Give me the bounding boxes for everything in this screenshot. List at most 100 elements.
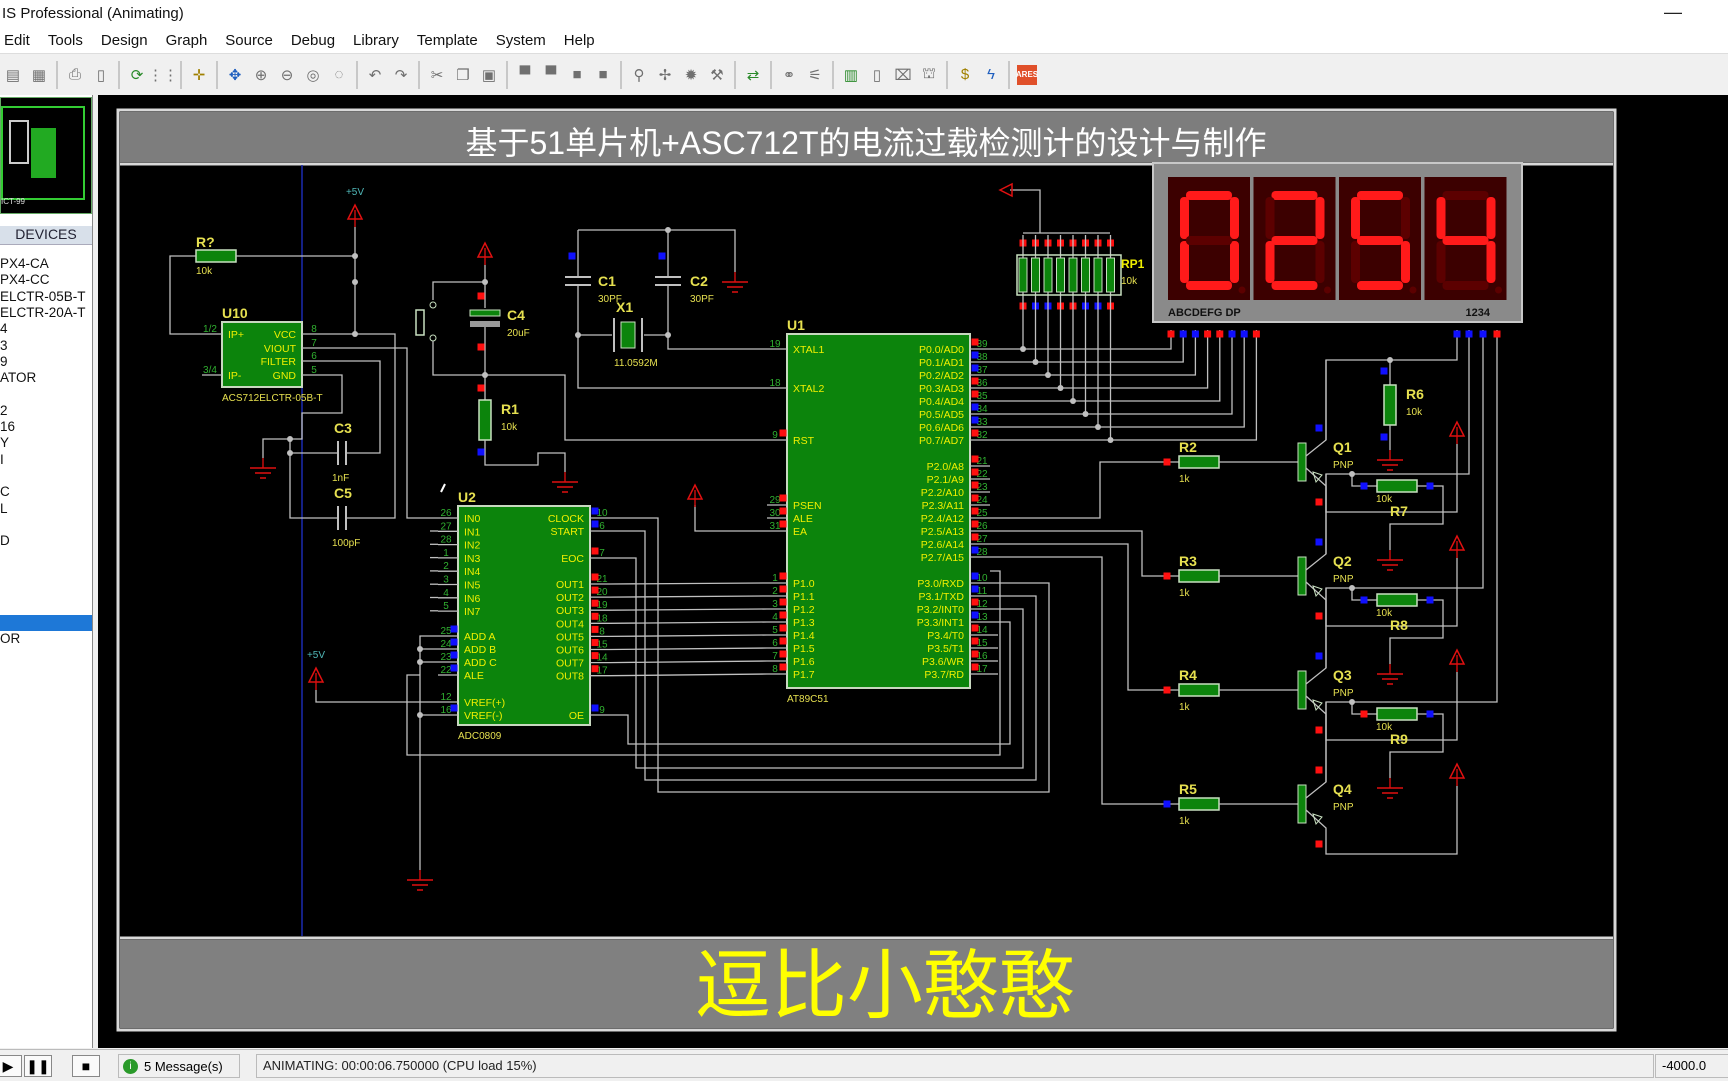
pin-label: OUT4 — [556, 618, 584, 630]
info-icon: i — [123, 1058, 138, 1074]
logic-state-indicator — [477, 448, 485, 456]
schematic-title: 基于51单片机+ASC712T的电流过载检测计的设计与制作 — [465, 125, 1266, 161]
pin-label: ADD C — [464, 657, 497, 669]
logic-state-indicator — [1163, 572, 1171, 580]
logic-state-indicator — [1426, 482, 1434, 490]
wire — [990, 543, 1179, 691]
pin-label: VREF(+) — [464, 697, 505, 709]
logic-state-indicator — [971, 585, 979, 593]
part-ref: C5 — [334, 485, 352, 501]
part-ref: Q3 — [1333, 667, 1352, 683]
transistor — [1297, 556, 1307, 596]
part-value: 30PF — [690, 294, 714, 305]
segment-a — [1186, 191, 1232, 200]
part-ref: R7 — [1390, 503, 1408, 519]
logic-state-indicator — [1315, 652, 1323, 660]
logic-state-indicator — [591, 507, 599, 515]
pin-label: ALE — [793, 513, 813, 525]
pin-label: PSEN — [793, 500, 822, 512]
part-ref: C3 — [334, 420, 352, 436]
logic-state-indicator — [971, 546, 979, 554]
pin-label: P2.4/A12 — [921, 513, 964, 525]
logic-state-indicator — [971, 455, 979, 463]
pin-number: 3 — [772, 599, 778, 610]
stop-button[interactable]: ■ — [72, 1055, 100, 1077]
logic-state-indicator — [779, 494, 787, 502]
logic-state-indicator — [971, 533, 979, 541]
pause-button[interactable]: ❚❚ — [24, 1055, 52, 1077]
pin-label: P2.1/A9 — [927, 474, 965, 486]
part-value: 1k — [1179, 474, 1191, 485]
part-value: 1k — [1179, 588, 1191, 599]
part-name: AT89C51 — [787, 694, 829, 705]
pin-label: P3.5/T1 — [927, 643, 964, 655]
push-button — [415, 309, 425, 336]
part-ref: R1 — [501, 401, 519, 417]
pin-number: 16 — [440, 705, 452, 716]
junction-dot — [665, 332, 671, 338]
segment-b — [1230, 197, 1239, 239]
pin-label: IP- — [228, 370, 242, 382]
pin-number: 5 — [772, 625, 778, 636]
segment-dp — [1238, 286, 1246, 294]
wire — [609, 608, 768, 611]
pin-number: 22 — [440, 665, 452, 676]
logic-state-indicator — [971, 611, 979, 619]
part-type: PNP — [1333, 802, 1354, 813]
pin-label: VIOUT — [264, 343, 297, 355]
resistor — [1178, 455, 1220, 469]
segment-e — [1265, 241, 1275, 283]
part-value: 1k — [1179, 702, 1191, 713]
pin-number: 2 — [443, 561, 449, 572]
part-ref: C4 — [507, 307, 525, 323]
logic-state-indicator — [971, 468, 979, 476]
logic-state-indicator — [568, 252, 576, 260]
logic-state-indicator — [1380, 433, 1388, 441]
play-button[interactable]: ▶ — [0, 1055, 22, 1077]
junction-dot — [352, 253, 358, 259]
part-ref: R6 — [1406, 386, 1424, 402]
part-ref: R? — [196, 234, 215, 250]
logic-state-indicator — [450, 638, 458, 646]
pin-label: ALE — [464, 670, 484, 682]
pin-label: P0.7/AD7 — [919, 435, 964, 447]
part-ref: Q4 — [1333, 781, 1352, 797]
segment-a — [1271, 191, 1318, 200]
logic-state-indicator — [971, 364, 979, 372]
pin-number: 18 — [769, 378, 781, 389]
logic-state-indicator — [1380, 367, 1388, 375]
part-value: 1nF — [332, 473, 349, 484]
pin-number: 4 — [772, 612, 778, 623]
power-label: +5V — [346, 187, 364, 198]
pin-label: IN3 — [464, 553, 481, 565]
pin-number: 27 — [440, 521, 452, 532]
pin-number: 8 — [311, 324, 317, 335]
logic-state-indicator — [1204, 330, 1212, 338]
logic-state-indicator — [779, 520, 787, 528]
pin-label: IN1 — [464, 526, 481, 538]
pin-number: 25 — [440, 626, 452, 637]
resistor — [478, 399, 492, 441]
logic-state-indicator — [971, 507, 979, 515]
pin-number: 7 — [599, 548, 605, 559]
pin-label: OUT5 — [556, 631, 584, 643]
pin-label: START — [551, 526, 585, 538]
part-ref: R4 — [1179, 667, 1197, 683]
part-type: PNP — [1333, 574, 1354, 585]
logic-state-indicator — [1216, 330, 1224, 338]
pin-label: IN0 — [464, 513, 481, 525]
logic-state-indicator — [971, 377, 979, 385]
pin-label: FILTER — [261, 356, 297, 368]
resistor — [1178, 797, 1220, 811]
pin-label: P0.6/AD6 — [919, 422, 964, 434]
wire — [419, 635, 438, 870]
logic-state-indicator — [1360, 710, 1368, 718]
pin-number: 1/2 — [203, 324, 217, 335]
junction-dot — [417, 646, 423, 652]
pin-label: GND — [273, 370, 297, 382]
logic-state-indicator — [971, 338, 979, 346]
segment-a — [1442, 191, 1489, 200]
logic-state-indicator — [591, 547, 599, 555]
messages-button[interactable]: i 5 Message(s) — [118, 1054, 240, 1078]
footer-text: 逗比小憨憨 — [695, 944, 1075, 1029]
